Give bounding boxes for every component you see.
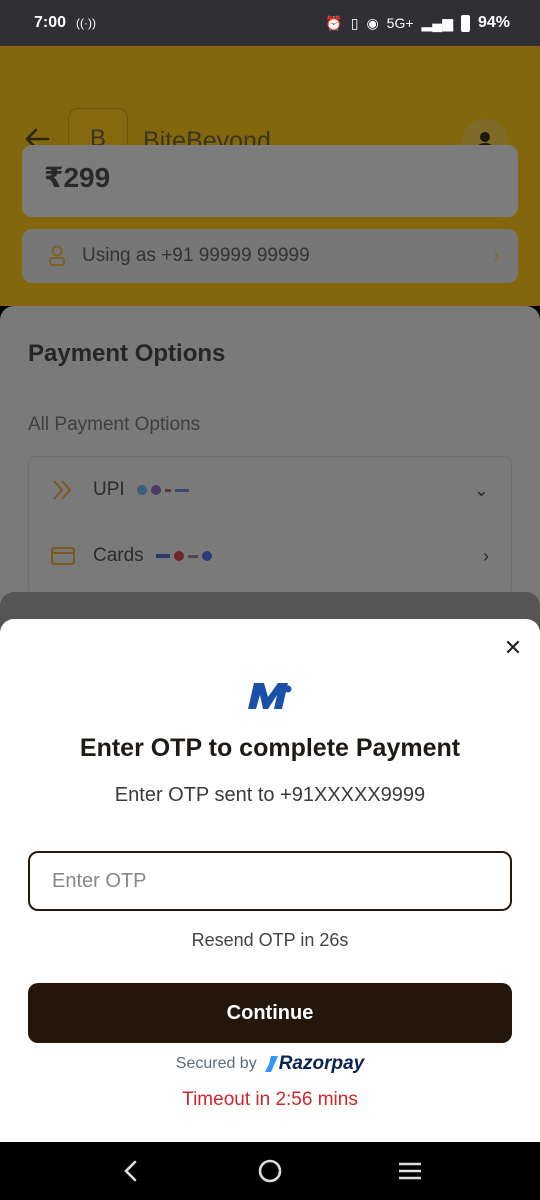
status-bar: 7:00 ((·)) ⏰ ▯ ◉ 5G+ ▂▄▆ 94% bbox=[0, 0, 540, 46]
hotspot-icon: ((·)) bbox=[76, 16, 97, 30]
otp-input[interactable] bbox=[28, 851, 512, 911]
razorpay-label: Razorpay bbox=[278, 1053, 365, 1074]
cards-label: Cards bbox=[93, 545, 144, 566]
system-nav-bar bbox=[0, 1142, 540, 1200]
nav-recents-button[interactable] bbox=[390, 1151, 430, 1191]
nav-back-icon bbox=[124, 1160, 137, 1182]
vibrate-icon: ▯ bbox=[350, 14, 359, 31]
payment-options-panel: Payment Options All Payment Options UPI … bbox=[0, 306, 540, 636]
timeout-text: Timeout in 2:56 mins bbox=[182, 1089, 358, 1110]
payment-options-list: UPI ⌄ Cards › bbox=[28, 456, 512, 596]
nav-back-button[interactable] bbox=[110, 1151, 150, 1191]
network-type: 5G+ bbox=[386, 15, 414, 31]
status-time: 7:00 bbox=[34, 14, 67, 31]
upi-label: UPI bbox=[93, 479, 125, 500]
signal-icon: ▂▄▆ bbox=[421, 14, 453, 31]
status-icons: ⏰ ▯ ◉ 5G+ ▂▄▆ 94% bbox=[325, 14, 510, 32]
otp-subtitle: Enter OTP sent to +91XXXXX9999 bbox=[114, 784, 426, 806]
chevron-right-icon: › bbox=[483, 545, 489, 566]
wifi-icon: ◉ bbox=[366, 14, 379, 31]
using-as-row[interactable]: Using as +91 99999 99999 › bbox=[22, 229, 518, 283]
nav-home-button[interactable] bbox=[250, 1151, 290, 1191]
continue-button[interactable]: Continue bbox=[28, 983, 512, 1043]
payment-options-title: Payment Options bbox=[28, 340, 226, 367]
payment-option-upi[interactable]: UPI ⌄ bbox=[29, 457, 513, 523]
nav-menu-icon bbox=[399, 1162, 421, 1180]
otp-bottom-sheet: ✕ Enter OTP to complete Payment Enter OT… bbox=[0, 619, 540, 1142]
razorpay-mark-icon bbox=[264, 1056, 278, 1072]
resend-otp-timer: Resend OTP in 26s bbox=[191, 930, 349, 950]
secured-by-label: Secured by bbox=[175, 1055, 257, 1072]
battery-icon bbox=[460, 14, 470, 32]
payment-options-subtitle: All Payment Options bbox=[28, 414, 201, 435]
user-outline-icon bbox=[49, 245, 65, 266]
bank-logo-icon bbox=[248, 683, 292, 709]
secured-by-row: Secured by Razorpay bbox=[0, 1053, 540, 1075]
card-icon bbox=[51, 547, 75, 565]
otp-title: Enter OTP to complete Payment bbox=[79, 734, 461, 762]
nav-home-icon bbox=[258, 1159, 282, 1183]
card-network-icons bbox=[155, 551, 212, 561]
battery-percent: 94% bbox=[477, 14, 510, 31]
chevron-down-icon: ⌄ bbox=[473, 479, 489, 500]
chevron-right-icon: › bbox=[493, 244, 500, 267]
close-icon: ✕ bbox=[503, 635, 523, 660]
amount-card: ₹299 bbox=[22, 145, 518, 217]
order-amount: ₹299 bbox=[44, 162, 111, 193]
alarm-icon: ⏰ bbox=[325, 14, 343, 31]
upi-icon bbox=[53, 480, 72, 500]
upi-app-icons bbox=[136, 485, 189, 495]
using-as-text: Using as +91 99999 99999 bbox=[82, 245, 310, 266]
payment-option-cards[interactable]: Cards › bbox=[29, 523, 513, 589]
razorpay-logo: Razorpay bbox=[264, 1053, 365, 1075]
close-button[interactable]: ✕ bbox=[500, 635, 526, 661]
